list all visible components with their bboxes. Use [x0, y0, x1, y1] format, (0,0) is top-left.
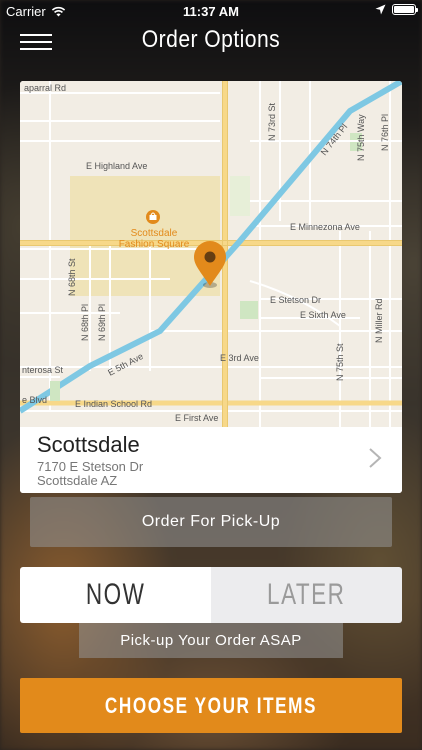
street-label: E 3rd Ave: [220, 353, 259, 363]
later-label: LATER: [267, 578, 346, 611]
battery-icon: [392, 4, 418, 15]
timing-segmented-control: NOW LATER: [20, 567, 402, 623]
location-map[interactable]: Scottsdale Fashion Square aparral Rd E H…: [20, 81, 402, 427]
nav-bar: Order Options: [0, 22, 422, 62]
address-line-2: Scottsdale AZ: [37, 473, 118, 488]
street-label: N 68th St: [67, 258, 77, 296]
location-card: Scottsdale Fashion Square aparral Rd E H…: [20, 81, 402, 493]
street-label: E Highland Ave: [86, 161, 147, 171]
street-label: N 75th Way: [356, 114, 366, 161]
location-selector[interactable]: Scottsdale 7170 E Stetson Dr Scottsdale …: [20, 427, 402, 493]
street-label: N 68th Pl: [80, 304, 90, 341]
status-bar: Carrier 11:37 AM: [0, 0, 422, 22]
status-time: 11:37 AM: [183, 4, 239, 19]
street-label: E Sixth Ave: [300, 310, 346, 320]
status-right: [375, 4, 418, 15]
timing-note: Pick-up Your Order ASAP: [79, 623, 343, 658]
street-label: E Stetson Dr: [270, 295, 321, 305]
street-label: E Indian School Rd: [75, 399, 152, 409]
street-label: N 73rd St: [267, 102, 277, 141]
street-label: e Blvd: [22, 395, 47, 405]
street-label: E Minnezona Ave: [290, 222, 360, 232]
street-label: nterosa St: [22, 365, 64, 375]
address-line-1: 7170 E Stetson Dr: [37, 459, 144, 474]
location-name: Scottsdale: [37, 432, 140, 457]
choose-items-button[interactable]: CHOOSE YOUR ITEMS: [20, 678, 402, 733]
street-label: N 76th Pl: [380, 114, 390, 151]
now-tab[interactable]: NOW: [20, 567, 211, 623]
street-label: N 75th St: [335, 343, 345, 381]
street-label: aparral Rd: [24, 83, 66, 93]
choose-items-label: CHOOSE YOUR ITEMS: [104, 692, 318, 718]
battery-fill: [394, 6, 414, 13]
later-tab[interactable]: LATER: [211, 567, 402, 623]
page-title: Order Options: [141, 26, 281, 53]
now-label: NOW: [85, 578, 146, 611]
poi-label-line2: Fashion Square: [119, 239, 190, 250]
street-label: N Miller Rd: [374, 298, 384, 343]
location-arrow-icon: [375, 4, 386, 15]
chevron-right-icon: [369, 448, 382, 468]
street-label: N 69th Pl: [97, 304, 107, 341]
street-label: E First Ave: [175, 413, 218, 423]
poi-label-line1: Scottsdale: [131, 228, 178, 239]
order-type-button[interactable]: Order For Pick-Up: [30, 497, 392, 547]
